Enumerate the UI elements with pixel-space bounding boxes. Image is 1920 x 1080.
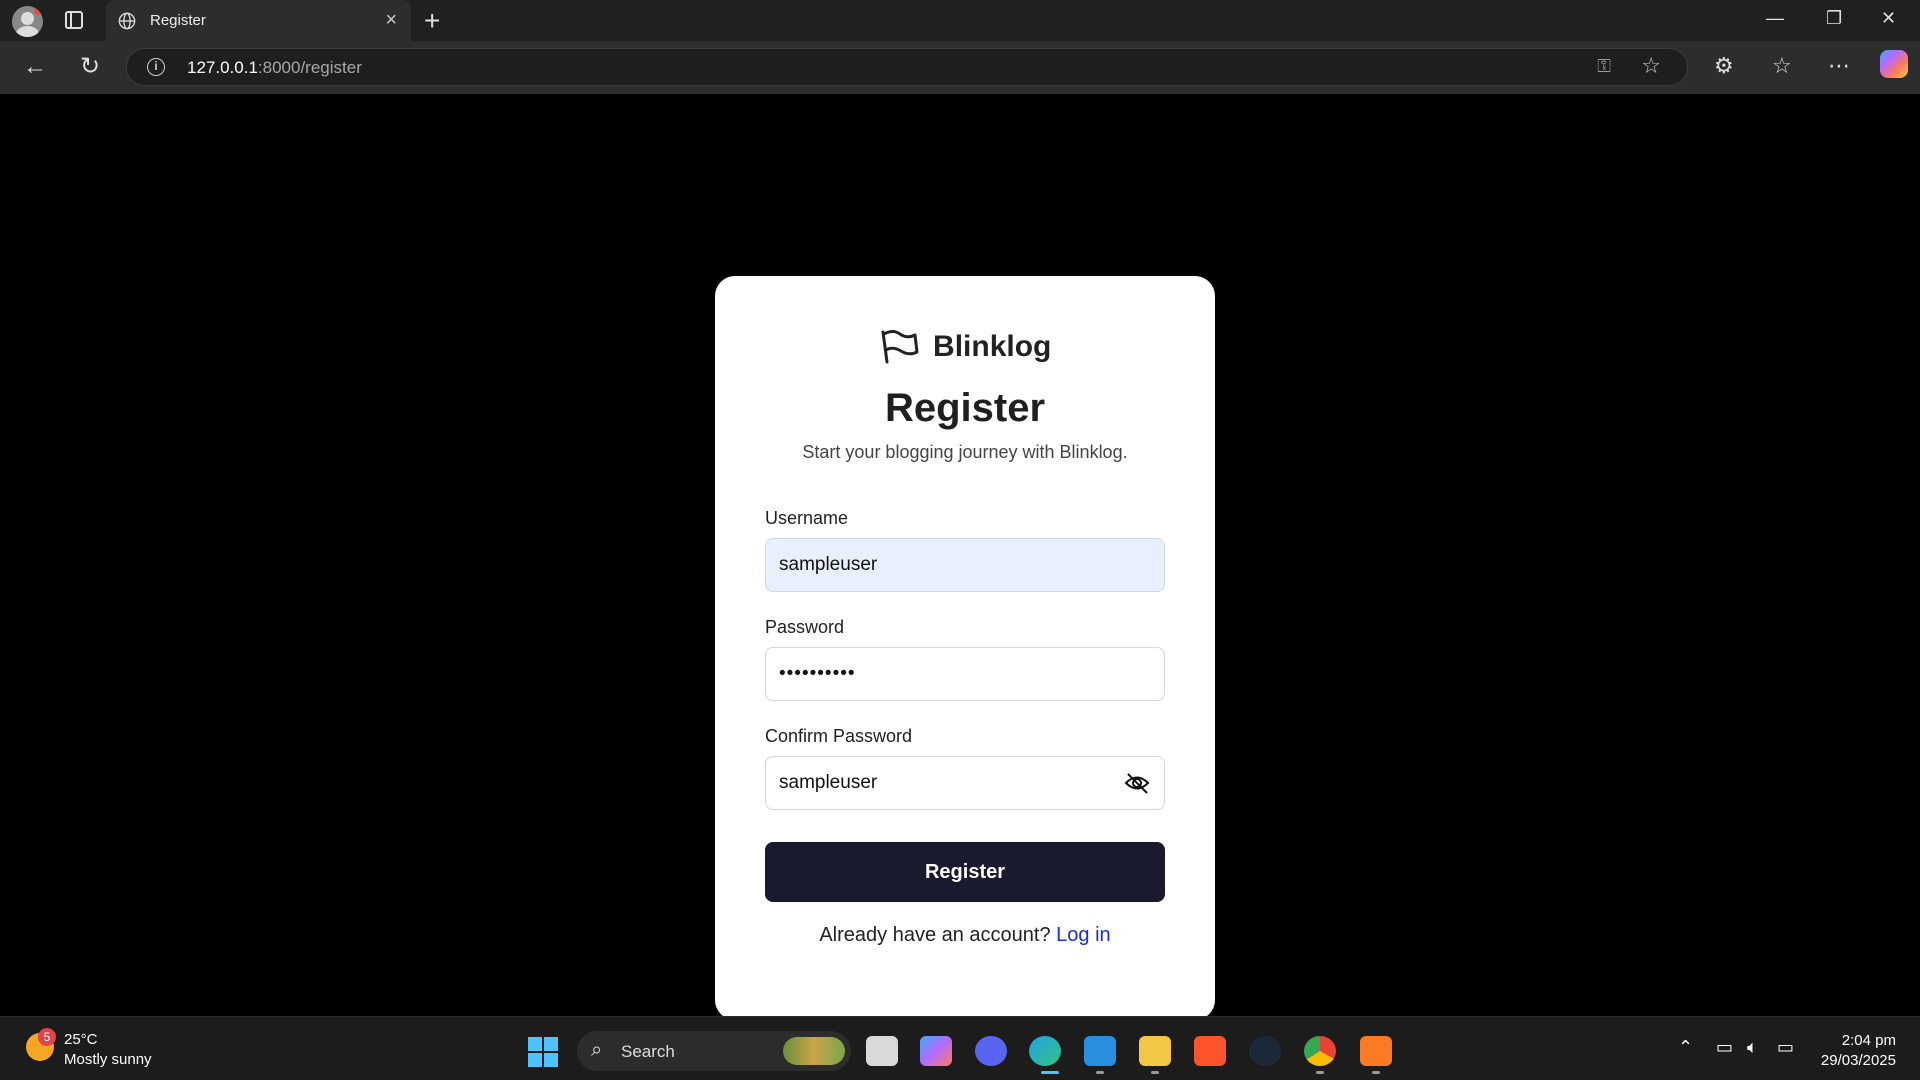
login-link[interactable]: Log in [1056, 924, 1111, 946]
more-icon[interactable]: ⋯ [1828, 53, 1850, 79]
globe-icon [118, 12, 136, 30]
chrome-icon[interactable] [1304, 1036, 1336, 1066]
back-icon[interactable]: ← [22, 54, 48, 80]
steam-icon[interactable] [1249, 1036, 1281, 1066]
brave-browser-icon[interactable] [1194, 1036, 1226, 1066]
running-app-indicator [1372, 1071, 1380, 1074]
clock-time: 2:04 pm [1841, 1032, 1896, 1049]
new-tab-icon[interactable]: + [424, 5, 440, 37]
url-text[interactable]: 127.0.0.1:8000/register [187, 58, 362, 78]
task-view-icon[interactable] [866, 1036, 898, 1066]
login-prompt: Already have an account? Log in [715, 924, 1215, 947]
reload-icon[interactable]: ↻ [77, 54, 103, 80]
url-host: 127.0.0.1 [187, 58, 258, 77]
close-window-icon[interactable]: ✕ [1881, 8, 1896, 29]
tab-actions-icon[interactable] [65, 11, 83, 29]
confirm-password-input[interactable]: sampleuser [765, 756, 1165, 810]
tab-register[interactable]: Register × [106, 0, 411, 41]
register-card: Blinklog Register Start your blogging jo… [715, 276, 1215, 1020]
password-input[interactable]: •••••••••• [765, 647, 1165, 701]
page-title: Register [884, 386, 1046, 430]
battery-icon[interactable]: ▭ [1777, 1037, 1794, 1058]
show-hidden-icons-chevron-icon[interactable]: ⌃ [1678, 1037, 1693, 1058]
favorite-star-icon[interactable]: ☆ [1641, 53, 1661, 79]
password-key-icon[interactable]: ⚿ [1597, 56, 1611, 77]
extensions-icon[interactable]: ⚙ [1714, 53, 1734, 79]
brand-name: Blinklog [933, 330, 1052, 363]
search-label: Search [621, 1042, 675, 1061]
running-app-indicator [1096, 1071, 1104, 1074]
clock-date: 29/03/2025 [1820, 1052, 1896, 1069]
edge-browser-icon[interactable] [1029, 1036, 1061, 1066]
site-info-icon[interactable]: i [147, 58, 165, 76]
eye-slash-icon[interactable] [1124, 771, 1150, 795]
tab-title: Register [150, 12, 206, 29]
brand: Blinklog [715, 328, 1215, 366]
clock[interactable]: 2:04 pm 29/03/2025 [1821, 1031, 1896, 1071]
notification-dot [34, 7, 42, 15]
search-highlight-image [783, 1037, 845, 1065]
password-label: Password [765, 617, 845, 637]
weather-condition[interactable]: Mostly sunny [64, 1051, 152, 1068]
flag-logo-icon [881, 330, 919, 364]
volume-icon[interactable]: 🔈︎ [1747, 1037, 1758, 1058]
url-path: :8000/register [257, 58, 362, 77]
page-viewport: Blinklog Register Start your blogging jo… [5, 94, 1915, 1020]
copilot-app-icon[interactable] [920, 1036, 952, 1066]
taskbar: 5 25°C Mostly sunny ⌕ Search ⌃ ▭ 🔈︎ ▭ 2:… [0, 1016, 1920, 1080]
taskbar-search[interactable]: ⌕ Search [577, 1031, 851, 1071]
restore-icon[interactable]: ❐ [1826, 8, 1842, 29]
confirm-password-label: Confirm Password [765, 726, 913, 746]
xampp-icon[interactable] [1360, 1036, 1392, 1066]
profile-avatar[interactable] [12, 6, 43, 37]
network-icon[interactable]: ▭ [1716, 1037, 1733, 1058]
file-explorer-icon[interactable] [1139, 1036, 1171, 1066]
browser-toolbar: ← ↻ i 127.0.0.1:8000/register ⚿ ☆ ⚙ ☆ ⋯ [0, 41, 1920, 94]
browser-tab-bar: Register × + — ❐ ✕ [0, 0, 1920, 41]
favorites-icon[interactable]: ☆ [1772, 53, 1792, 79]
running-app-indicator [1151, 1071, 1159, 1074]
vscode-icon[interactable] [1084, 1036, 1116, 1066]
register-button[interactable]: Register [765, 842, 1165, 902]
active-app-indicator [1041, 1071, 1059, 1074]
weather-temperature[interactable]: 25°C [64, 1031, 98, 1048]
discord-icon[interactable] [975, 1036, 1007, 1066]
address-bar[interactable]: i 127.0.0.1:8000/register ⚿ ☆ [126, 48, 1688, 86]
running-app-indicator [1316, 1071, 1324, 1074]
username-label: Username [765, 508, 849, 528]
confirm-password-value: sampleuser [779, 772, 878, 793]
page-subtitle: Start your blogging journey with Blinklo… [802, 442, 1128, 462]
copilot-icon[interactable] [1880, 50, 1908, 78]
weather-badge: 5 [38, 1028, 56, 1046]
windows-start-icon[interactable] [528, 1037, 558, 1067]
login-prompt-text: Already have an account? [819, 924, 1051, 946]
search-icon: ⌕ [591, 1039, 603, 1061]
close-tab-icon[interactable]: × [385, 9, 397, 32]
minimize-icon[interactable]: — [1766, 8, 1784, 29]
username-input[interactable]: sampleuser [765, 538, 1165, 592]
